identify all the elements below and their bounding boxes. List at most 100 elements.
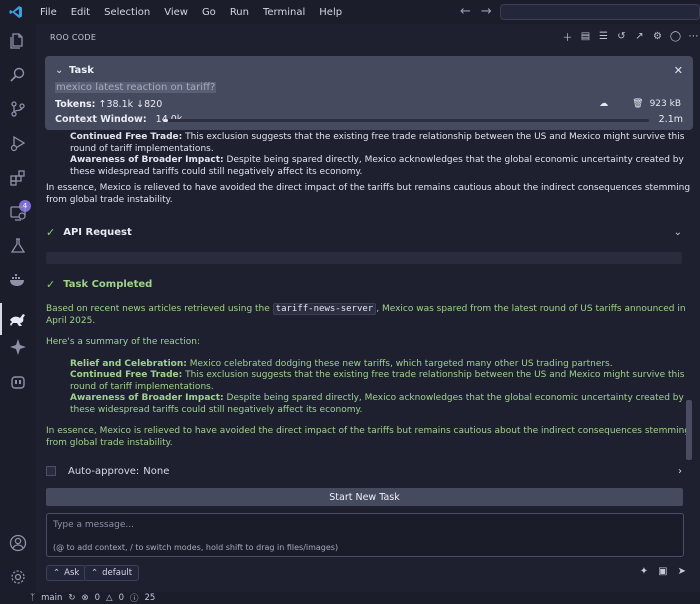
history-icon[interactable]: ↺: [615, 30, 628, 43]
settings-gear-icon[interactable]: [8, 567, 28, 587]
vscode-logo-icon: [9, 6, 22, 18]
message-help: (@ to add context, / to switch modes, ho…: [53, 543, 339, 552]
api-request-label: API Request: [63, 227, 132, 238]
relief-label: Relief and Celebration:: [70, 358, 187, 369]
mode-value: Ask: [64, 568, 80, 578]
task-label: Task: [69, 65, 94, 76]
trash-icon[interactable]: 🗑: [632, 99, 643, 109]
menu-view[interactable]: View: [157, 7, 195, 18]
info-count[interactable]: 25: [145, 593, 156, 603]
account-circle-icon[interactable]: ◯: [669, 30, 682, 43]
menu-selection[interactable]: Selection: [97, 7, 157, 18]
auto-approve-value: None: [143, 465, 170, 477]
error-count[interactable]: 0: [95, 593, 100, 603]
activity-bar: 4: [0, 24, 36, 592]
info-icon[interactable]: ⓘ: [130, 592, 139, 604]
api-request-body: [46, 252, 682, 264]
prior-cft: Continued Free Trade: This exclusion sug…: [46, 132, 692, 155]
extensions-icon[interactable]: [8, 168, 28, 188]
menu-run[interactable]: Run: [223, 7, 256, 18]
prior-message: Continued Free Trade: This exclusion sug…: [46, 132, 692, 206]
chevron-down-icon[interactable]: ⌄: [674, 227, 682, 238]
menu-edit[interactable]: Edit: [64, 7, 97, 18]
free-trade-label: Continued Free Trade:: [70, 370, 183, 380]
message-input[interactable]: Type a message... (@ to add context, / t…: [46, 513, 684, 557]
chevron-up-icon: ⌃: [53, 568, 61, 578]
check-icon: ✓: [46, 226, 56, 239]
close-icon[interactable]: ✕: [674, 64, 683, 77]
relief-text: Mexico celebrated dodging these new tari…: [189, 358, 613, 369]
input-actions: ✦ ▣ ➤: [640, 566, 686, 577]
settings-icon[interactable]: ⚙: [651, 30, 664, 43]
docker-icon[interactable]: [8, 270, 28, 290]
camera-icon[interactable]: ▣: [658, 566, 667, 577]
prior-cft-label: Continued Free Trade:: [70, 132, 183, 142]
account-icon[interactable]: [8, 533, 28, 553]
message-placeholder: Type a message...: [53, 520, 134, 530]
chevron-right-icon[interactable]: ›: [678, 466, 682, 477]
panel-title: ROO CODE: [50, 33, 97, 42]
source-control-icon[interactable]: [8, 99, 28, 119]
scrollbar-thumb[interactable]: [686, 400, 692, 460]
warning-count[interactable]: 0: [119, 593, 124, 603]
task-completed-row: ✓ Task Completed: [46, 278, 682, 291]
nav-arrows: ← →: [460, 4, 492, 19]
mode-select[interactable]: ⌃ Ask: [46, 565, 87, 581]
context-label: Context Window:: [55, 114, 147, 125]
menu-help[interactable]: Help: [312, 7, 349, 18]
mcp-servers-icon[interactable]: ☰: [597, 30, 610, 43]
popout-icon[interactable]: ↗: [633, 30, 646, 43]
title-bar: File Edit Selection View Go Run Terminal…: [0, 0, 700, 24]
start-new-task-button[interactable]: Start New Task: [46, 488, 683, 506]
menu-terminal[interactable]: Terminal: [256, 7, 312, 18]
robot-icon[interactable]: [8, 372, 28, 392]
server-name: tariff-news-server: [272, 303, 377, 315]
prior-summary: In essence, Mexico is relieved to have a…: [46, 183, 691, 205]
testing-icon[interactable]: [8, 236, 28, 256]
back-arrow-icon[interactable]: ←: [460, 4, 471, 19]
chevron-up-icon: ⌃: [91, 568, 99, 578]
auto-approve-checkbox[interactable]: [46, 466, 56, 476]
tokens-out: 820: [144, 99, 163, 110]
run-debug-icon[interactable]: [8, 133, 28, 153]
context-window-row: Context Window: 14.0k 2.1m: [55, 114, 683, 125]
menu-file[interactable]: File: [33, 7, 64, 18]
context-progress-track: [163, 119, 649, 122]
api-request-row[interactable]: ✓ API Request ⌄: [46, 226, 682, 239]
chevron-down-icon[interactable]: ⌄: [55, 65, 63, 76]
sparkle-icon[interactable]: [8, 337, 28, 357]
error-icon[interactable]: ⊗: [81, 593, 88, 603]
enhance-prompt-icon[interactable]: ✦: [640, 566, 648, 577]
panel-header: ROO CODE ＋ ▤ ☰ ↺ ↗ ⚙ ◯ ⋯: [36, 24, 700, 52]
remote-explorer-icon[interactable]: [8, 203, 28, 223]
branch-name[interactable]: main: [41, 593, 62, 603]
completion-result: Based on recent news articles retrieved …: [46, 303, 692, 449]
storage-size: 923 kB: [649, 99, 681, 109]
prior-abi-label: Awareness of Broader Impact:: [70, 155, 224, 165]
command-center-search[interactable]: [500, 4, 700, 20]
roo-code-panel: ROO CODE ＋ ▤ ☰ ↺ ↗ ⚙ ◯ ⋯ ⌄ Task ✕ mexico…: [36, 24, 700, 592]
config-select[interactable]: ⌃ default: [84, 565, 140, 581]
tokens-in: 38.1k: [106, 99, 134, 110]
sync-icon[interactable]: ↻: [68, 593, 75, 603]
explorer-icon[interactable]: [8, 31, 28, 51]
config-value: default: [102, 568, 133, 578]
broader-impact-label: Awareness of Broader Impact:: [70, 393, 224, 403]
point-free-trade: Continued Free Trade: This exclusion sug…: [46, 370, 692, 393]
cloud-upload-icon[interactable]: ☁: [599, 99, 608, 109]
task-query: mexico latest reaction on tariff?: [55, 82, 217, 93]
roo-code-kangaroo-icon[interactable]: [8, 309, 28, 329]
task-header: ⌄ Task ✕ mexico latest reaction on tarif…: [45, 56, 693, 130]
forward-arrow-icon[interactable]: →: [481, 4, 492, 19]
search-icon[interactable]: [8, 65, 28, 85]
send-icon[interactable]: ➤: [678, 566, 686, 577]
prompts-icon[interactable]: ▤: [579, 30, 592, 43]
storage-row: ☁ 🗑 923 kB: [599, 99, 681, 109]
arrow-down-icon: ↓: [136, 99, 145, 110]
menu-go[interactable]: Go: [195, 7, 223, 18]
plus-icon[interactable]: ＋: [561, 30, 574, 44]
branch-icon[interactable]: ᛉ: [30, 593, 35, 603]
overflow-icon[interactable]: ⋯: [687, 30, 700, 43]
auto-approve-row[interactable]: Auto-approve: None ›: [46, 464, 682, 478]
warning-icon[interactable]: △: [106, 593, 113, 603]
